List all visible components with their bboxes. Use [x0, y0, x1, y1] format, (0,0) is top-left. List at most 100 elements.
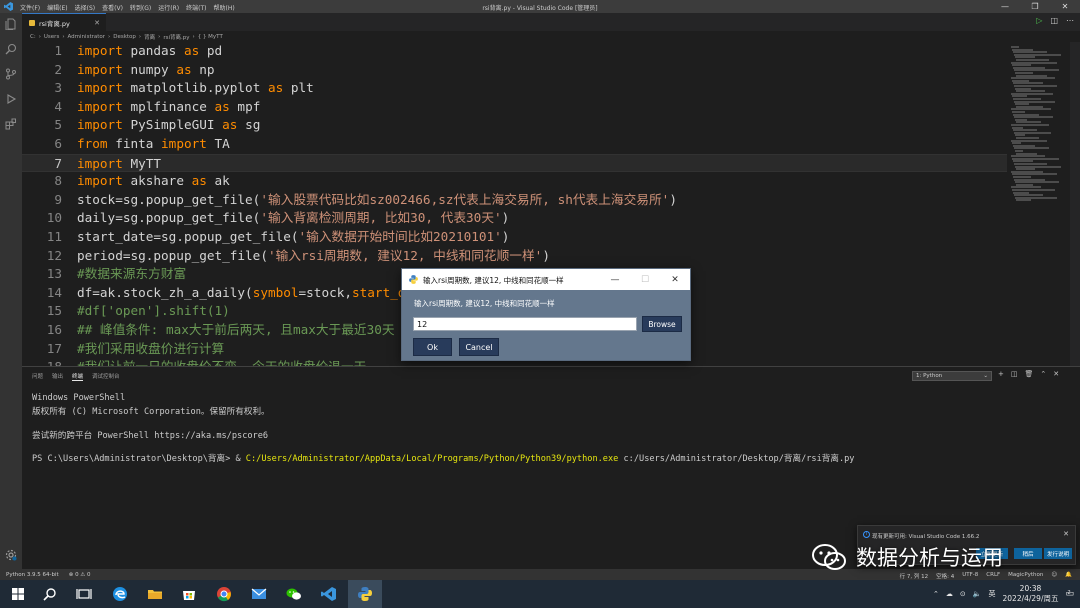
tab-output[interactable]: 输出 — [52, 372, 63, 381]
crumb-symbol[interactable]: { } MyTT — [198, 34, 223, 40]
task-view-icon[interactable] — [74, 584, 94, 604]
code-line[interactable]: 11 start_date=sg.popup_get_file('输入数据开始时间… — [22, 228, 1007, 247]
code-line[interactable]: 7 import MyTT — [22, 153, 1007, 173]
code-token: pd — [199, 43, 223, 58]
crumb-users[interactable]: Users — [44, 34, 59, 40]
tab-rsi-file[interactable]: rsi背离.py ✕ — [22, 13, 106, 31]
ok-button[interactable]: Ok — [413, 338, 452, 356]
code-token: =stock, — [298, 284, 353, 300]
code-line[interactable]: 12 period=sg.popup_get_file('输入rsi周期数, 建议… — [22, 247, 1007, 266]
window-title: rsi背离.py - Visual Studio Code [管理员] — [482, 5, 598, 12]
notification-center-icon[interactable]: ▭ 2 — [1065, 589, 1074, 599]
editor-tab-bar: rsi背离.py ✕ ▷ ◫ ⋯ — [22, 13, 1080, 31]
tab-terminal[interactable]: 终端 — [72, 372, 84, 381]
line-number: 3 — [54, 80, 62, 96]
close-panel-icon[interactable]: ✕ — [1053, 370, 1059, 378]
line-number: 11 — [46, 229, 62, 244]
code-token: as — [191, 173, 207, 189]
code-line[interactable]: 3 import matplotlib.pyplot as plt — [22, 79, 1007, 98]
run-file-icon[interactable]: ▷ — [1036, 16, 1042, 25]
crumb-desktop[interactable]: Desktop — [113, 34, 136, 40]
cloud-icon[interactable]: ☁ — [946, 590, 953, 598]
crumb-administrator[interactable]: Administrator — [68, 34, 106, 40]
code-line[interactable]: 8 import akshare as ak — [22, 172, 1007, 191]
info-icon: i — [863, 531, 870, 538]
run-debug-icon[interactable] — [5, 93, 17, 105]
extensions-icon[interactable] — [5, 118, 17, 130]
period-input[interactable] — [413, 317, 637, 331]
chrome-icon[interactable] — [214, 584, 234, 604]
mail-icon[interactable] — [249, 584, 269, 604]
line-number: 10 — [46, 210, 62, 226]
vscode-taskbar-icon[interactable] — [319, 584, 339, 604]
code-token: start_date=sg.popup_get_file( — [77, 229, 299, 244]
source-control-icon[interactable] — [5, 68, 17, 80]
code-line[interactable]: 5 import PySimpleGUI as sg — [22, 116, 1007, 135]
release-notes-button[interactable]: 发行说明 — [1044, 548, 1072, 559]
maximize-button[interactable]: ❐ — [1020, 0, 1050, 13]
python-app-icon[interactable] — [355, 584, 375, 604]
crumb-folder[interactable]: 背离 — [144, 33, 155, 41]
settings-gear-icon[interactable] — [5, 549, 17, 561]
crumb-drive[interactable]: C: — [30, 34, 36, 40]
search-icon[interactable] — [5, 43, 17, 55]
network-icon[interactable]: ⊙ — [960, 590, 966, 598]
tab-problems[interactable]: 问题 — [32, 372, 43, 381]
clock[interactable]: 20:38 2022/4/29/周五 — [1003, 584, 1059, 604]
edge-browser-icon[interactable] — [110, 584, 130, 604]
code-line[interactable]: 2 import numpy as np — [22, 61, 1007, 80]
code-token: ) — [501, 229, 510, 244]
dialog-maximize-button[interactable]: ☐ — [630, 269, 660, 290]
dialog-title-bar[interactable]: 输入rsi周期数, 建议12, 中线和同花顺一样 — ☐ ✕ — [402, 269, 690, 290]
language-mode[interactable]: MagicPython — [1008, 572, 1043, 580]
code-token: #数据来源东方财富 — [77, 266, 187, 282]
code-line[interactable]: 10 daily=sg.popup_get_file('输入背离检测周期, 比如3… — [22, 209, 1007, 228]
feedback-icon[interactable]: ☺ — [1051, 572, 1057, 580]
search-icon[interactable] — [40, 584, 60, 604]
line-number: 2 — [54, 61, 62, 77]
code-token: import — [77, 80, 123, 96]
more-actions-icon[interactable]: ⋯ — [1066, 16, 1074, 25]
tab-debug-console[interactable]: 调试控制台 — [92, 372, 120, 381]
terminal-command-line: PS C:\Users\Administrator\Desktop\背离> & … — [32, 452, 855, 464]
notification-close-icon[interactable]: ✕ — [1063, 530, 1069, 538]
microsoft-store-icon[interactable] — [179, 584, 199, 604]
editor-scrollbar[interactable] — [1070, 42, 1080, 366]
code-line[interactable]: 1 import pandas as pd — [22, 42, 1007, 61]
code-line[interactable]: 9 stock=sg.popup_get_file('输入股票代码比如sz0024… — [22, 191, 1007, 210]
code-token: as — [176, 61, 192, 77]
crumb-file[interactable]: rsi背离.py — [163, 33, 189, 41]
explorer-icon[interactable] — [5, 18, 17, 30]
dialog-minimize-button[interactable]: — — [600, 269, 630, 290]
code-line[interactable]: 4 import mplfinance as mpf — [22, 98, 1007, 117]
tab-label: rsi背离.py — [39, 19, 70, 28]
desktop: 文件(F) 编辑(E) 选择(S) 查看(V) 转到(G) 运行(R) 终端(T… — [0, 0, 1080, 608]
code-text: import PySimpleGUI as sg — [77, 116, 260, 135]
file-explorer-icon[interactable] — [145, 584, 165, 604]
kill-terminal-icon[interactable]: 🗑 — [1025, 370, 1034, 378]
maximize-panel-icon[interactable]: ⌃ — [1040, 370, 1046, 378]
window-controls: — ❐ ✕ — [990, 0, 1080, 13]
later-button[interactable]: 稍后 — [1014, 548, 1042, 559]
new-terminal-icon[interactable]: + — [998, 370, 1004, 378]
minimize-button[interactable]: — — [990, 0, 1020, 13]
notifications-bell-icon[interactable]: 🔔 — [1065, 572, 1072, 580]
dialog-close-button[interactable]: ✕ — [660, 269, 690, 290]
tray-chevron-up-icon[interactable]: ⌃ — [933, 590, 939, 598]
code-line[interactable]: 6 from finta import TA — [22, 135, 1007, 154]
code-text: from finta import TA — [77, 135, 230, 154]
python-interpreter[interactable]: Python 3.9.5 64-bit — [6, 572, 59, 578]
ime-indicator[interactable]: 英 — [989, 589, 996, 599]
browse-button[interactable]: Browse — [642, 316, 682, 332]
windows-start-icon[interactable] — [8, 584, 28, 604]
split-terminal-icon[interactable]: ◫ — [1011, 370, 1018, 378]
problems-count[interactable]: ⊗ 0 ⚠ 0 — [69, 572, 91, 578]
split-editor-icon[interactable]: ◫ — [1050, 16, 1058, 25]
close-button[interactable]: ✕ — [1050, 0, 1080, 13]
cancel-button[interactable]: Cancel — [459, 338, 499, 356]
wechat-icon[interactable] — [284, 584, 304, 604]
minimap[interactable] — [1007, 42, 1070, 366]
tab-close-icon[interactable]: ✕ — [94, 19, 100, 27]
volume-icon[interactable]: 🔈 — [973, 590, 982, 598]
terminal-select[interactable]: 1: Python ⌄ — [912, 371, 992, 381]
